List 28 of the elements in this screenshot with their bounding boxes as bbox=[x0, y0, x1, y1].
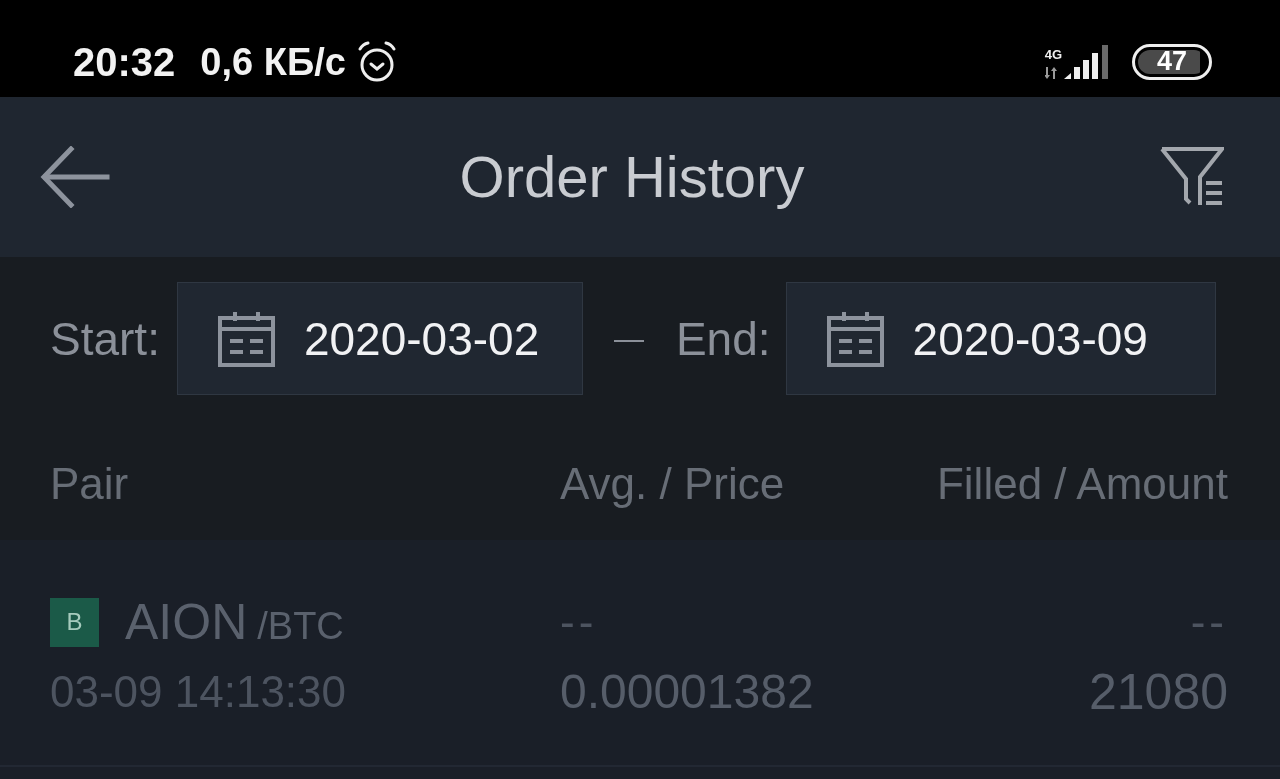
calendar-icon bbox=[217, 310, 275, 367]
order-price: 0.00001382 bbox=[560, 664, 814, 720]
battery-indicator: 47 bbox=[1132, 43, 1212, 80]
back-button[interactable] bbox=[40, 146, 110, 208]
range-separator: — bbox=[613, 323, 644, 354]
side-tag: B bbox=[50, 597, 99, 647]
column-header: Filled / Amount bbox=[936, 462, 1228, 506]
filled-amount: -- bbox=[1190, 596, 1228, 648]
start-date-field[interactable]: 2020-03-02 bbox=[176, 282, 583, 395]
filter-button[interactable] bbox=[1160, 147, 1224, 207]
avg-price: -- bbox=[560, 596, 598, 648]
network-type: 4G bbox=[1044, 47, 1062, 61]
alarm-clock-icon bbox=[356, 40, 397, 83]
start-label: Start: bbox=[50, 315, 160, 362]
order-amount: 21080 bbox=[1088, 663, 1228, 722]
data-arrows-icon bbox=[1044, 66, 1057, 79]
filter-icon bbox=[1160, 147, 1224, 207]
order-time: 03-09 14:13:30 bbox=[50, 666, 347, 718]
calendar-icon bbox=[826, 310, 884, 367]
base-asset: AION bbox=[125, 597, 248, 647]
end-label: End: bbox=[675, 315, 771, 362]
column-header: Pair bbox=[50, 462, 129, 506]
network-speed: 0,6 КБ/с bbox=[200, 42, 346, 81]
quote-asset: /BTC bbox=[257, 607, 344, 645]
signal-bars-icon bbox=[1064, 44, 1110, 79]
end-date-field[interactable]: 2020-03-09 bbox=[785, 282, 1216, 395]
clock-time: 20:32 bbox=[73, 41, 176, 82]
column-header: Avg. / Price bbox=[560, 462, 785, 506]
